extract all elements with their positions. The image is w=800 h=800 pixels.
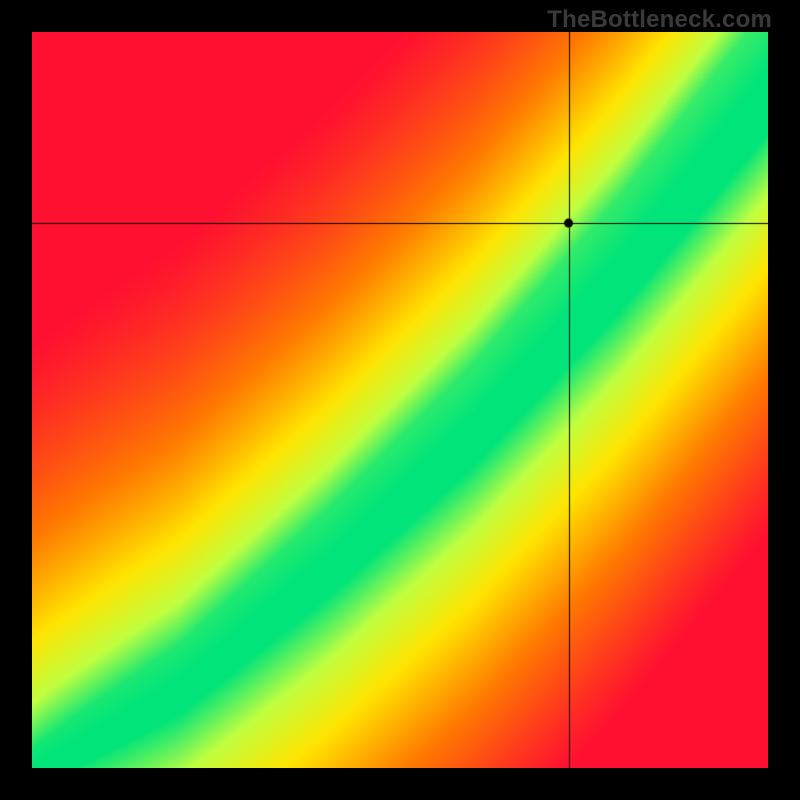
bottleneck-heatmap	[32, 32, 768, 768]
chart-frame: TheBottleneck.com	[0, 0, 800, 800]
watermark-text: TheBottleneck.com	[547, 6, 772, 34]
